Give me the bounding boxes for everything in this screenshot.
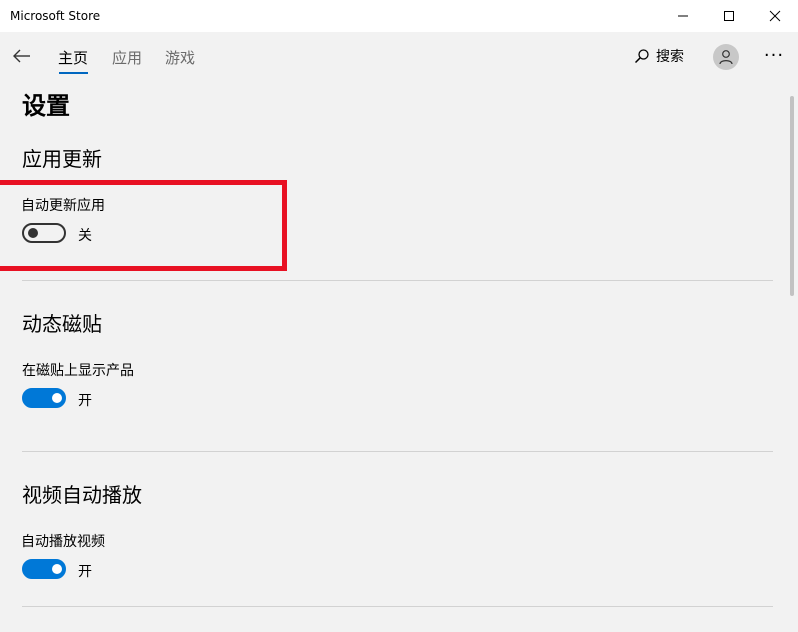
back-arrow-icon <box>13 49 30 63</box>
search-icon <box>634 49 649 64</box>
nav-bar: 主页 应用 游戏 搜索 ··· <box>0 32 798 80</box>
user-avatar[interactable] <box>713 44 739 70</box>
highlight-box <box>0 180 287 271</box>
user-avatar-icon <box>719 50 733 65</box>
divider <box>22 606 773 607</box>
autoplay-video-toggle[interactable] <box>22 559 66 579</box>
active-tab-indicator <box>59 72 88 74</box>
close-button[interactable] <box>752 0 798 32</box>
search-button[interactable]: 搜索 <box>634 46 684 66</box>
show-products-on-tile-label: 在磁贴上显示产品 <box>22 363 134 379</box>
show-products-on-tile-toggle[interactable] <box>22 388 66 408</box>
minimize-icon <box>678 15 688 17</box>
maximize-icon <box>724 11 734 21</box>
divider <box>22 451 773 452</box>
settings-content: 设置 应用更新 自动更新应用 关 动态磁贴 在磁贴上显示产品 开 视频自动播放 … <box>0 80 786 632</box>
close-icon <box>769 10 781 22</box>
more-icon[interactable]: ··· <box>762 42 786 70</box>
autoplay-video-state: 开 <box>78 564 92 580</box>
window-title: Microsoft Store <box>10 9 101 23</box>
tab-apps[interactable]: 应用 <box>112 47 142 68</box>
autoplay-video-label: 自动播放视频 <box>21 534 105 550</box>
tab-home[interactable]: 主页 <box>58 47 88 68</box>
maximize-button[interactable] <box>706 0 752 32</box>
divider <box>22 280 773 281</box>
scrollbar[interactable] <box>790 96 794 296</box>
minimize-button[interactable] <box>660 0 706 32</box>
show-products-on-tile-state: 开 <box>78 393 92 409</box>
title-bar: Microsoft Store <box>0 0 798 32</box>
toggle-knob <box>52 564 62 574</box>
section-title-live-tiles: 动态磁贴 <box>22 312 102 336</box>
section-title-video-autoplay: 视频自动播放 <box>22 483 142 507</box>
toggle-knob <box>52 393 62 403</box>
section-title-app-updates: 应用更新 <box>22 147 102 171</box>
tab-games[interactable]: 游戏 <box>165 47 195 68</box>
back-button[interactable] <box>6 40 38 72</box>
search-label: 搜索 <box>656 49 684 65</box>
page-title: 设置 <box>22 92 70 120</box>
